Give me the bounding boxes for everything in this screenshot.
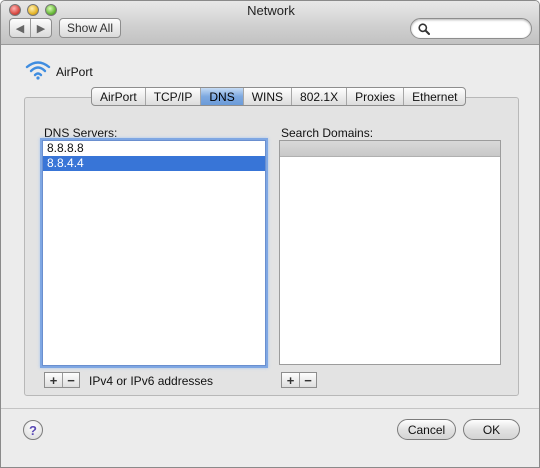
dns-servers-label: DNS Servers:: [44, 126, 118, 140]
tab-bar: AirPort TCP/IP DNS WINS 802.1X Proxies E…: [91, 87, 467, 106]
tab-8021x[interactable]: 802.1X: [291, 88, 346, 105]
tab-airport[interactable]: AirPort: [92, 88, 145, 105]
dns-servers-list[interactable]: 8.8.8.8 8.8.4.4: [42, 140, 266, 366]
tab-tcpip[interactable]: TCP/IP: [144, 88, 201, 105]
forward-arrow-icon[interactable]: ▶: [30, 19, 51, 37]
add-domain-button[interactable]: +: [282, 373, 299, 388]
cancel-button[interactable]: Cancel: [397, 419, 456, 440]
search-icon: [418, 23, 430, 35]
show-all-button[interactable]: Show All: [59, 18, 121, 38]
add-dns-button[interactable]: +: [45, 373, 62, 388]
dns-add-remove-control: + −: [44, 372, 80, 388]
dns-hint: IPv4 or IPv6 addresses: [89, 374, 214, 388]
window-title: Network: [247, 3, 295, 18]
search-domains-list[interactable]: [279, 140, 501, 365]
toolbar: Network ◀ ▶ Show All: [1, 1, 539, 45]
divider: [1, 408, 539, 409]
tab-dns[interactable]: DNS: [200, 88, 243, 105]
list-header: [280, 141, 500, 157]
back-forward-control: ◀ ▶: [9, 18, 52, 38]
help-button[interactable]: ?: [23, 420, 43, 440]
domain-add-remove-control: + −: [281, 372, 317, 388]
tab-proxies[interactable]: Proxies: [346, 88, 403, 105]
ok-button[interactable]: OK: [463, 419, 520, 440]
list-item-selected[interactable]: 8.8.4.4: [43, 156, 265, 171]
list-item[interactable]: 8.8.8.8: [43, 141, 265, 156]
back-arrow-icon[interactable]: ◀: [10, 19, 30, 37]
wifi-icon: [25, 61, 51, 80]
search-domains-label: Search Domains:: [281, 126, 374, 140]
network-window: Network ◀ ▶ Show All AirPort AirPort TCP…: [0, 0, 540, 468]
remove-domain-button[interactable]: −: [299, 373, 316, 388]
search-field[interactable]: [410, 18, 532, 39]
remove-dns-button[interactable]: −: [62, 373, 79, 388]
tab-wins[interactable]: WINS: [242, 88, 291, 105]
tab-ethernet[interactable]: Ethernet: [403, 88, 465, 105]
interface-name: AirPort: [56, 65, 93, 79]
